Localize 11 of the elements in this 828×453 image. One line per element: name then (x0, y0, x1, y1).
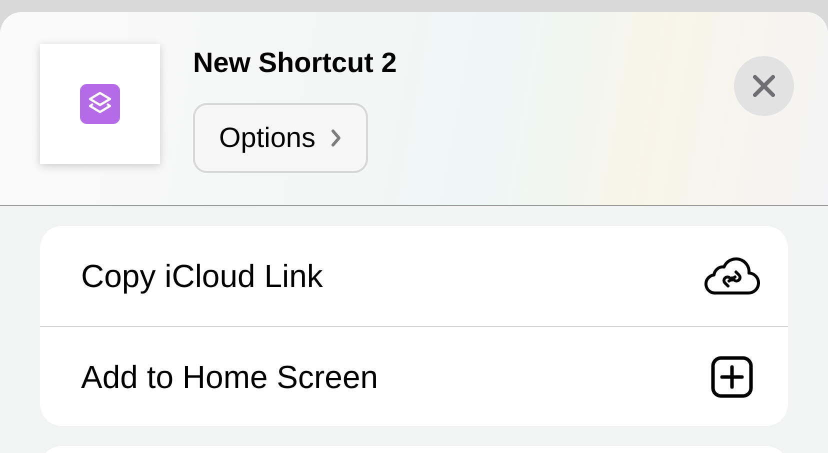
action-label: Add to Home Screen (81, 358, 378, 396)
shortcut-title: New Shortcut 2 (193, 46, 397, 80)
layers-icon (80, 84, 120, 124)
cloud-link-icon (704, 256, 760, 296)
chevron-right-icon (330, 128, 342, 148)
action-label: Copy iCloud Link (81, 257, 323, 296)
add-square-icon (711, 356, 753, 398)
action-row[interactable]: Add to Home Screen (40, 326, 788, 426)
action-row[interactable]: Copy iCloud Link (40, 226, 788, 326)
close-icon (752, 74, 776, 98)
options-button[interactable]: Options (193, 103, 368, 173)
